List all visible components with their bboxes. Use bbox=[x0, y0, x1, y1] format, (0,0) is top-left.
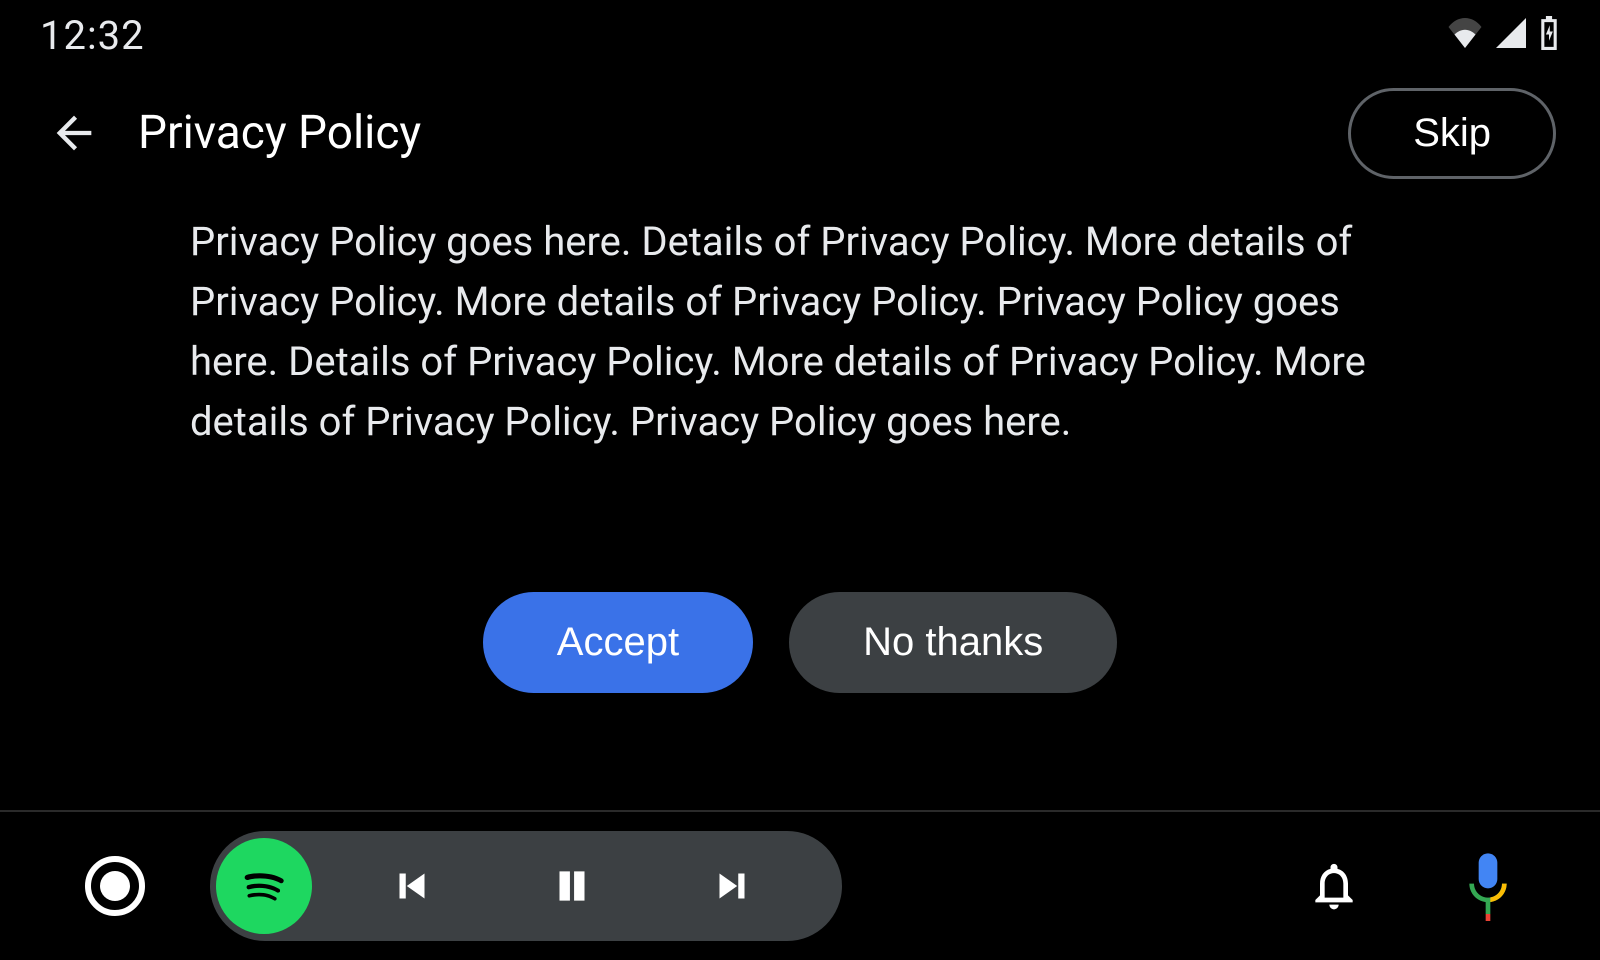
pause-button[interactable] bbox=[492, 836, 652, 936]
assistant-button[interactable] bbox=[1456, 854, 1520, 918]
media-controls bbox=[210, 831, 842, 941]
battery-icon bbox=[1538, 16, 1560, 54]
action-row: Accept No thanks bbox=[0, 592, 1600, 693]
launcher-button[interactable] bbox=[80, 851, 150, 921]
policy-text: Privacy Policy goes here. Details of Pri… bbox=[190, 212, 1410, 452]
notifications-button[interactable] bbox=[1302, 854, 1366, 918]
next-track-button[interactable] bbox=[652, 836, 812, 936]
previous-track-button[interactable] bbox=[332, 836, 492, 936]
accept-button[interactable]: Accept bbox=[483, 592, 753, 693]
wifi-icon bbox=[1446, 18, 1484, 52]
spotify-icon[interactable] bbox=[216, 838, 312, 934]
status-icons bbox=[1446, 16, 1560, 54]
nav-bar bbox=[0, 810, 1600, 960]
cellular-icon bbox=[1494, 18, 1528, 52]
header: Privacy Policy Skip bbox=[0, 88, 1600, 178]
decline-button[interactable]: No thanks bbox=[789, 592, 1117, 693]
page-title: Privacy Policy bbox=[138, 106, 1348, 160]
back-button[interactable] bbox=[44, 103, 104, 163]
skip-button[interactable]: Skip bbox=[1348, 88, 1556, 179]
status-time: 12:32 bbox=[40, 12, 145, 59]
status-bar: 12:32 bbox=[0, 0, 1600, 70]
